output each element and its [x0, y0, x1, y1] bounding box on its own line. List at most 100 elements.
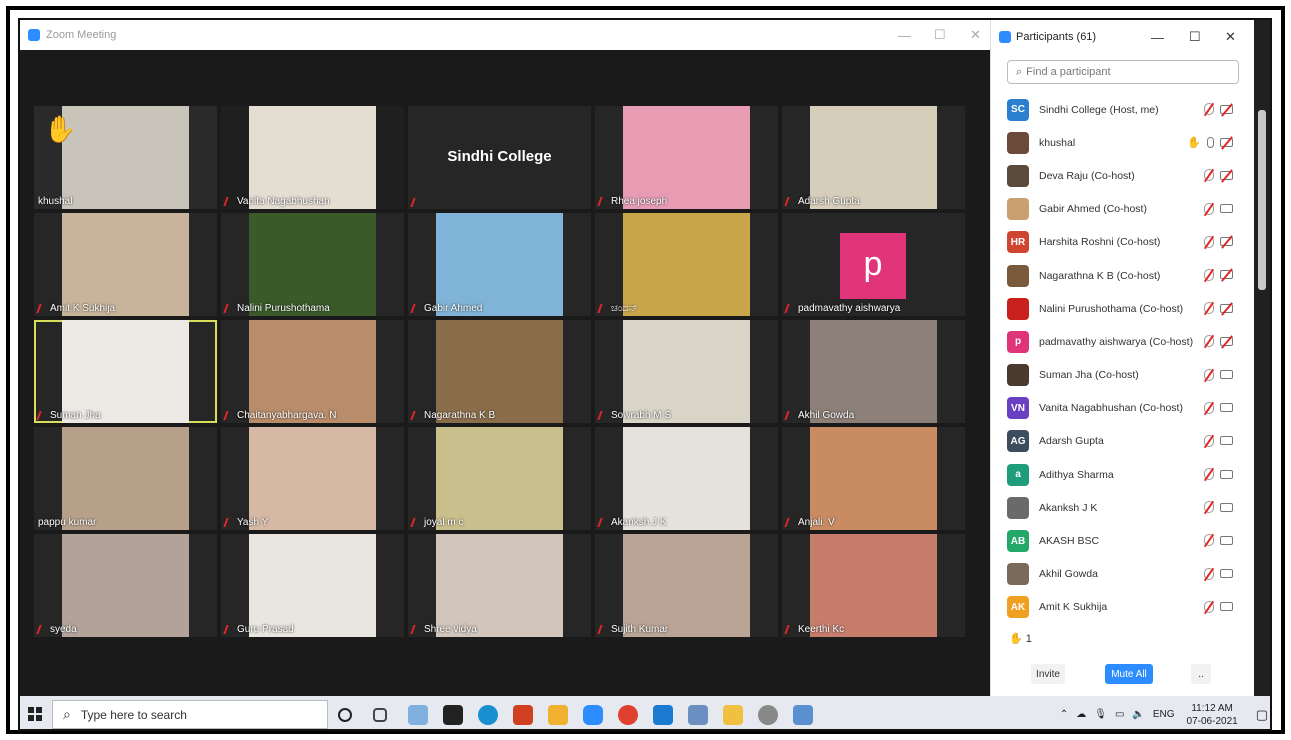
settings-gear-icon[interactable] [758, 705, 778, 725]
participant-row[interactable]: Nalini Purushothama (Co-host) [1007, 292, 1239, 325]
camera-icon[interactable] [1220, 469, 1233, 479]
panel-close-button[interactable]: ✕ [1225, 20, 1236, 54]
windows-start-icon[interactable] [28, 707, 42, 721]
tray-chevron-up-icon[interactable]: ⌃ [1060, 709, 1068, 720]
participant-row[interactable]: a Adithya Sharma [1007, 458, 1239, 491]
camera-off-icon[interactable] [1220, 303, 1233, 313]
video-tile[interactable]: Anjali. V [782, 427, 965, 530]
cloud-icon[interactable]: ☁ [1076, 709, 1086, 720]
participant-row[interactable]: khushal ✋ [1007, 126, 1239, 159]
camera-icon[interactable] [1220, 436, 1233, 446]
video-tile[interactable]: Nalini Purushothama [221, 213, 404, 316]
video-tile[interactable]: Guru Prasad [221, 534, 404, 637]
folder-icon[interactable] [548, 705, 568, 725]
video-tile[interactable]: pappu kumar [34, 427, 217, 530]
video-tile[interactable]: Sindhi College [408, 106, 591, 209]
camera-icon[interactable] [1220, 602, 1233, 612]
video-tile[interactable]: ✋ khushal [34, 106, 217, 209]
camera-icon[interactable] [1220, 370, 1233, 379]
notification-icon[interactable]: ▢ [1256, 707, 1268, 723]
camera-off-icon[interactable] [1220, 270, 1233, 280]
zoom-maximize-button[interactable]: ☐ [934, 20, 946, 50]
panel-minimize-button[interactable]: — [1151, 20, 1164, 54]
mute-all-button[interactable]: Mute All [1105, 664, 1153, 684]
task-view-icon[interactable] [373, 708, 387, 722]
camera-off-icon[interactable] [1220, 104, 1233, 114]
video-tile[interactable]: Adarsh Gupta [782, 106, 965, 209]
mic-muted-icon[interactable] [1204, 501, 1214, 514]
participant-row[interactable]: Akhil Gowda [1007, 558, 1239, 591]
clock[interactable]: 11:12 AM 07-06-2021 [1187, 702, 1238, 728]
app-icon[interactable] [513, 705, 533, 725]
participant-row[interactable]: Suman Jha (Co-host) [1007, 359, 1239, 392]
mic-muted-icon[interactable] [1204, 434, 1214, 447]
video-tile[interactable]: Gabir Ahmed [408, 213, 591, 316]
video-tile[interactable]: Chaitanyabhargava. N [221, 320, 404, 423]
video-tile[interactable]: Keerthi Kc [782, 534, 965, 637]
video-tile[interactable]: Akanksh J K [595, 427, 778, 530]
mic-muted-icon[interactable] [1204, 235, 1214, 248]
mic-muted-icon[interactable] [1204, 534, 1214, 547]
camera-off-icon[interactable] [1220, 138, 1233, 148]
participant-row[interactable]: VN Vanita Nagabhushan (Co-host) [1007, 392, 1239, 425]
cmd-icon[interactable] [443, 705, 463, 725]
mic-muted-icon[interactable] [1204, 103, 1214, 115]
mic-muted-icon[interactable] [1204, 401, 1214, 414]
speaker-icon[interactable]: 🔈 [1132, 709, 1144, 720]
invite-button[interactable]: Invite [1031, 664, 1065, 684]
video-tile[interactable]: Suman Jha [34, 320, 217, 423]
participant-list-scrollbar[interactable] [1258, 110, 1266, 290]
video-tile[interactable]: Nagarathna K B [408, 320, 591, 423]
battery-icon[interactable]: ▭ [1115, 709, 1124, 720]
store-icon[interactable] [653, 705, 673, 725]
camera-icon[interactable] [1220, 535, 1233, 545]
mic-muted-icon[interactable] [1204, 335, 1214, 348]
video-tile[interactable]: joyal m c [408, 427, 591, 530]
participant-row[interactable]: Akanksh J K [1007, 491, 1239, 524]
more-options-button[interactable]: .. [1191, 664, 1211, 684]
mic-muted-icon[interactable] [1204, 567, 1214, 580]
mic-muted-icon[interactable] [1204, 169, 1214, 182]
file-explorer-icon[interactable] [408, 705, 428, 725]
participant-row[interactable]: p padmavathy aishwarya (Co-host) [1007, 325, 1239, 358]
video-tile[interactable]: Yash Y [221, 427, 404, 530]
notepad-icon[interactable] [688, 705, 708, 725]
zoom-minimize-button[interactable]: — [898, 20, 911, 50]
photos-icon[interactable] [723, 705, 743, 725]
video-tile[interactable]: Sowrabh M S [595, 320, 778, 423]
video-tile[interactable]: Vanita Nagabhushan [221, 106, 404, 209]
camera-icon[interactable] [1220, 569, 1233, 579]
mic-muted-icon[interactable] [1204, 202, 1214, 215]
participant-row[interactable]: Gabir Ahmed (Co-host) [1007, 193, 1239, 226]
edge-icon[interactable] [478, 705, 498, 725]
mic-muted-icon[interactable] [1204, 302, 1214, 315]
mic-icon[interactable] [1207, 137, 1214, 149]
mic-icon[interactable]: 🎙 [1094, 709, 1107, 720]
participant-row[interactable]: HR Harshita Roshni (Co-host) [1007, 226, 1239, 259]
camera-icon[interactable] [1220, 502, 1233, 512]
mic-muted-icon[interactable] [1204, 368, 1214, 381]
participant-search-input[interactable]: ⌕ Find a participant [1007, 60, 1239, 84]
video-tile[interactable]: Amit K Sukhija [34, 213, 217, 316]
video-tile[interactable]: Rhea joseph [595, 106, 778, 209]
video-tile[interactable]: Sujith Kumar [595, 534, 778, 637]
video-tile[interactable]: p padmavathy aishwarya [782, 213, 965, 316]
participant-row[interactable]: AB AKASH BSC [1007, 524, 1239, 557]
video-tile[interactable]: Akhil Gowda [782, 320, 965, 423]
language-indicator[interactable]: ENG [1153, 709, 1175, 720]
chrome-icon[interactable] [618, 705, 638, 725]
monitor-icon[interactable] [793, 705, 813, 725]
zoom-close-button[interactable]: ✕ [970, 20, 981, 50]
mic-muted-icon[interactable] [1204, 268, 1214, 281]
mic-muted-icon[interactable] [1204, 468, 1214, 481]
participant-row[interactable]: Deva Raju (Co-host) [1007, 159, 1239, 192]
video-tile[interactable]: ಚಂದನ್ [595, 213, 778, 316]
video-tile[interactable]: syeda [34, 534, 217, 637]
camera-off-icon[interactable] [1220, 237, 1233, 247]
camera-off-icon[interactable] [1220, 336, 1233, 346]
taskbar-search-input[interactable]: ⌕ Type here to search [52, 700, 328, 729]
camera-off-icon[interactable] [1220, 170, 1233, 180]
mic-muted-icon[interactable] [1204, 600, 1214, 613]
participant-row[interactable]: Nagarathna K B (Co-host) [1007, 259, 1239, 292]
cortana-icon[interactable] [338, 708, 352, 722]
